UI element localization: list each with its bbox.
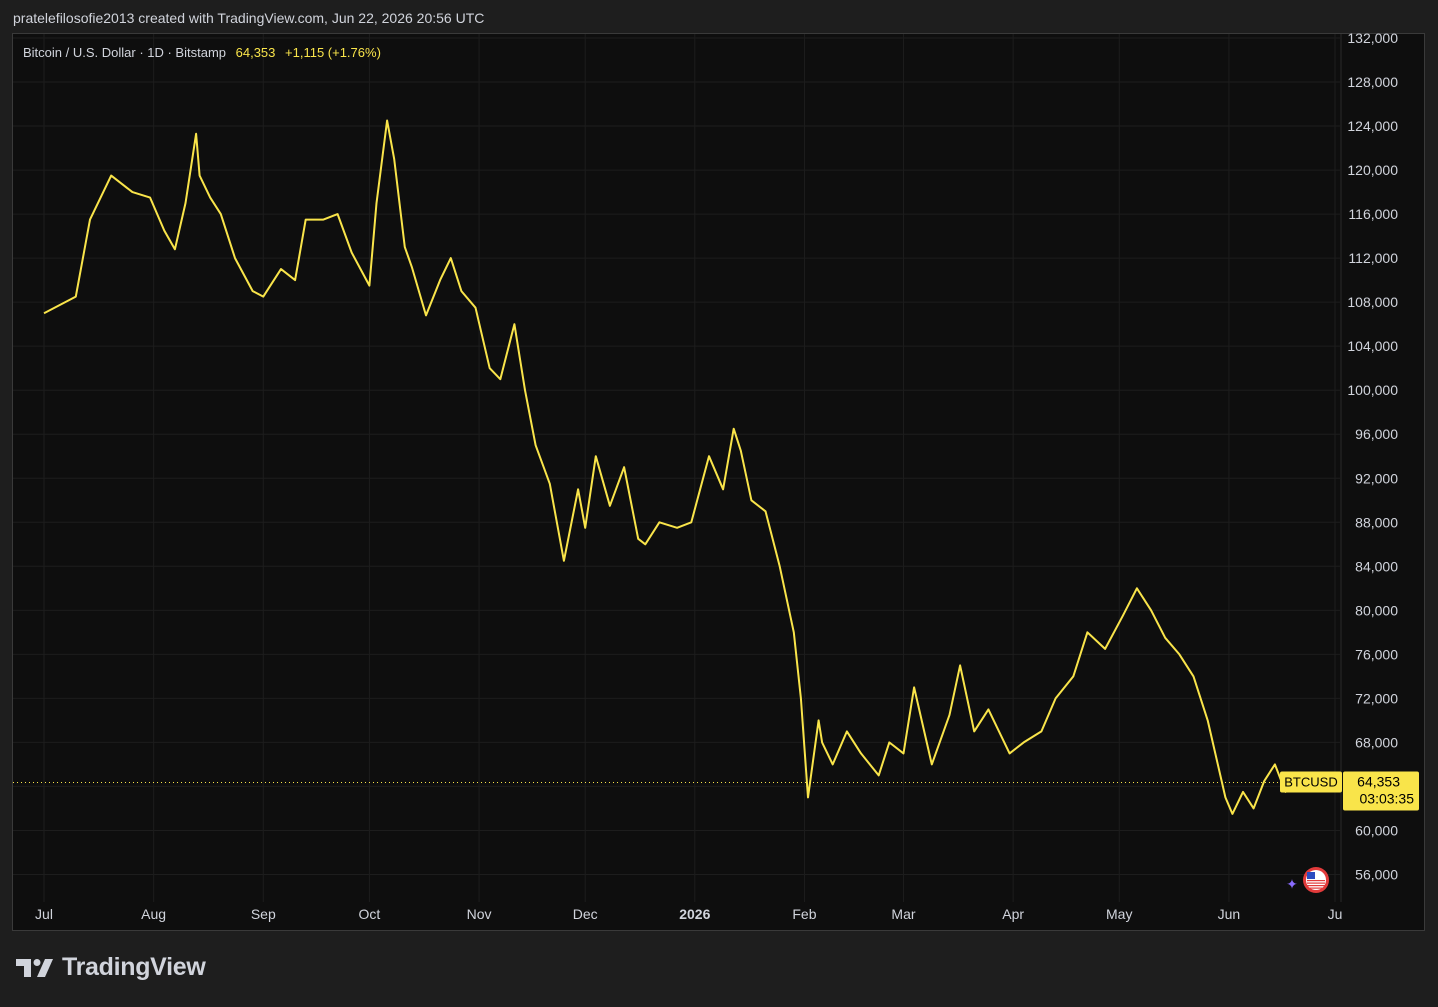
y-axis-tick-label: 96,000 (1355, 426, 1398, 442)
y-axis-tick-label: 88,000 (1355, 514, 1398, 530)
y-axis-tick-label: 68,000 (1355, 734, 1398, 750)
tradingview-brand-text: TradingView (62, 953, 206, 981)
price-axis-tag-countdown: 03:03:35 (1360, 791, 1415, 807)
y-axis-tick-label: 72,000 (1355, 690, 1398, 706)
y-axis-tick-label: 84,000 (1355, 558, 1398, 574)
price-axis-tag-price: 64,353 (1357, 774, 1400, 790)
x-axis-tick-label: Oct (359, 906, 381, 922)
y-axis-tick-label: 100,000 (1347, 382, 1398, 398)
us-flag-icon-stripe (1307, 885, 1325, 887)
us-flag-icon-stripe (1307, 880, 1325, 882)
tradingview-logo[interactable]: TradingView (16, 953, 206, 982)
y-axis-tick-label: 128,000 (1347, 74, 1398, 90)
us-flag-icon-canton (1307, 872, 1315, 879)
x-axis-tick-label: Jun (1218, 906, 1241, 922)
x-axis-tick-label: Nov (467, 906, 492, 922)
x-axis-tick-label: Apr (1002, 906, 1024, 922)
symbol-legend: Bitcoin / U.S. Dollar · 1D · Bitstamp 64… (23, 45, 381, 60)
price-chart[interactable]: 56,00060,00064,00068,00072,00076,00080,0… (0, 0, 1438, 1007)
grid-layer (13, 34, 1340, 902)
y-axis-tick-label: 80,000 (1355, 602, 1398, 618)
symbol-name: Bitcoin / U.S. Dollar · 1D · Bitstamp (23, 45, 226, 60)
y-axis-tick-label: 56,000 (1355, 866, 1398, 882)
btcusd-price-line (43, 119, 1304, 815)
x-axis-tick-label: 2026 (679, 906, 710, 922)
price-change: +1,115 (+1.76%) (285, 45, 381, 60)
last-price: 64,353 (235, 45, 276, 60)
y-axis-tick-label: 124,000 (1347, 118, 1398, 134)
y-axis-tick-label: 108,000 (1347, 294, 1398, 310)
x-axis-tick-label: Jul (35, 906, 53, 922)
us-flag-icon-stripe (1307, 882, 1325, 884)
x-axis-tick-label: Aug (141, 906, 166, 922)
price-line-layer (13, 119, 1340, 815)
sparkle-icon: ✦ (1286, 877, 1298, 893)
tradingview-logo-icon (16, 958, 53, 977)
y-axis-tick-label: 112,000 (1348, 250, 1398, 266)
y-axis-tick-label: 92,000 (1355, 470, 1398, 486)
x-axis-tick-label: Ju (1328, 906, 1343, 922)
y-axis-tick-label: 132,000 (1347, 30, 1398, 46)
y-axis-tick-label: 76,000 (1355, 646, 1398, 662)
x-axis-tick-label: Dec (573, 906, 598, 922)
x-axis-tick-label: May (1106, 906, 1132, 922)
y-axis-tick-label: 120,000 (1347, 162, 1398, 178)
ticker-tag-label: BTCUSD (1284, 775, 1337, 790)
y-axis-tick-label: 104,000 (1347, 338, 1398, 354)
x-axis-tick-label: Feb (792, 906, 816, 922)
us-flag-icon-stripe (1307, 887, 1325, 889)
y-axis-tick-label: 60,000 (1355, 822, 1398, 838)
y-axis-tick-label: 116,000 (1348, 206, 1398, 222)
us-flag-icon (1303, 867, 1329, 893)
x-axis-tick-label: Sep (251, 906, 276, 922)
x-axis-tick-label: Mar (891, 906, 915, 922)
